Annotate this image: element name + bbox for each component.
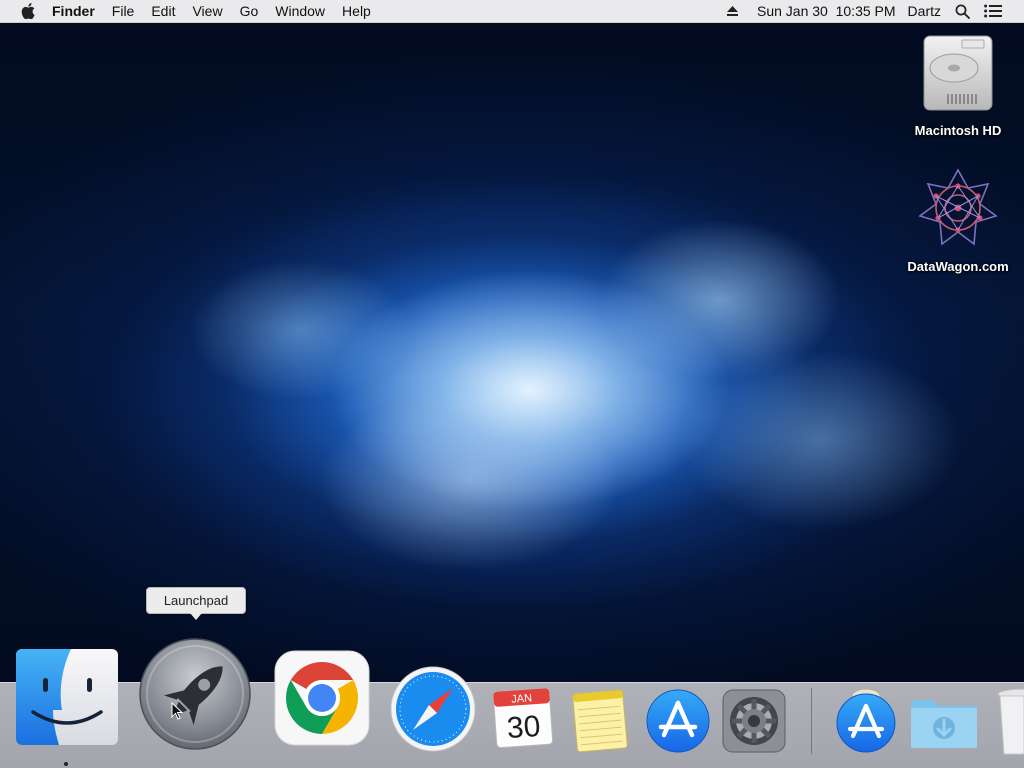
dock-item-trash[interactable] <box>994 688 1024 763</box>
safari-compass-icon <box>390 666 476 756</box>
finder-icon <box>15 649 119 750</box>
tooltip-text: Launchpad <box>163 593 229 608</box>
dock-item-downloads[interactable] <box>908 692 980 755</box>
dock-separator <box>811 688 812 754</box>
running-indicator <box>64 762 68 766</box>
notification-center-icon[interactable] <box>984 4 1002 18</box>
menu-go[interactable]: Go <box>240 0 259 22</box>
launchpad-tooltip: Launchpad <box>146 587 246 620</box>
menu-window[interactable]: Window <box>275 0 325 22</box>
downloads-folder-icon <box>908 700 980 754</box>
app-store-installer-icon <box>834 688 898 758</box>
dock-item-notes[interactable] <box>569 688 631 759</box>
calendar-day: 30 <box>506 710 542 745</box>
calendar-icon: JAN 30 <box>490 687 556 755</box>
dock-item-chrome[interactable] <box>274 650 370 751</box>
menu-app-name[interactable]: Finder <box>52 0 95 22</box>
notes-icon <box>569 689 631 758</box>
mouse-cursor-icon <box>171 701 184 725</box>
dock-item-app-store[interactable] <box>646 689 710 758</box>
magnifier-icon[interactable] <box>955 4 970 19</box>
dock-item-safari[interactable] <box>390 666 476 757</box>
desktop-icon-label: Macintosh HD <box>914 123 1002 138</box>
dock-item-system-preferences[interactable] <box>721 689 787 758</box>
hard-drive-icon <box>918 30 998 119</box>
gear-icon <box>721 689 787 757</box>
apple-logo-icon[interactable] <box>18 1 38 21</box>
eject-icon[interactable] <box>726 5 739 17</box>
dock-item-calendar[interactable]: JAN 30 <box>490 685 556 756</box>
tooltip-arrow <box>190 613 202 620</box>
dock-item-finder[interactable] <box>15 648 119 751</box>
desktop-icon-label: DataWagon.com <box>907 259 1009 274</box>
menubar-user[interactable]: Dartz <box>908 0 941 22</box>
chrome-icon <box>274 650 370 750</box>
dock-item-launchpad[interactable] <box>138 637 252 756</box>
trash-icon <box>994 688 1024 762</box>
desktop-icon-datawagon[interactable]: DataWagon.com <box>904 166 1012 274</box>
app-store-icon <box>646 689 710 757</box>
menu-help[interactable]: Help <box>342 0 371 22</box>
desktop-icon-macintosh-hd[interactable]: Macintosh HD <box>904 30 1012 138</box>
menubar-clock[interactable]: Sun Jan 30 10:35 PM <box>757 0 896 22</box>
datawagon-icon <box>916 166 1000 255</box>
calendar-month: JAN <box>511 692 533 705</box>
menu-view[interactable]: View <box>192 0 222 22</box>
menu-file[interactable]: File <box>112 0 135 22</box>
launchpad-rocket-icon <box>138 638 252 755</box>
menu-bar: Finder File Edit View Go Window Help Sun… <box>0 0 1024 23</box>
menu-edit[interactable]: Edit <box>151 0 175 22</box>
dock-item-app-store-installer[interactable] <box>834 686 898 759</box>
